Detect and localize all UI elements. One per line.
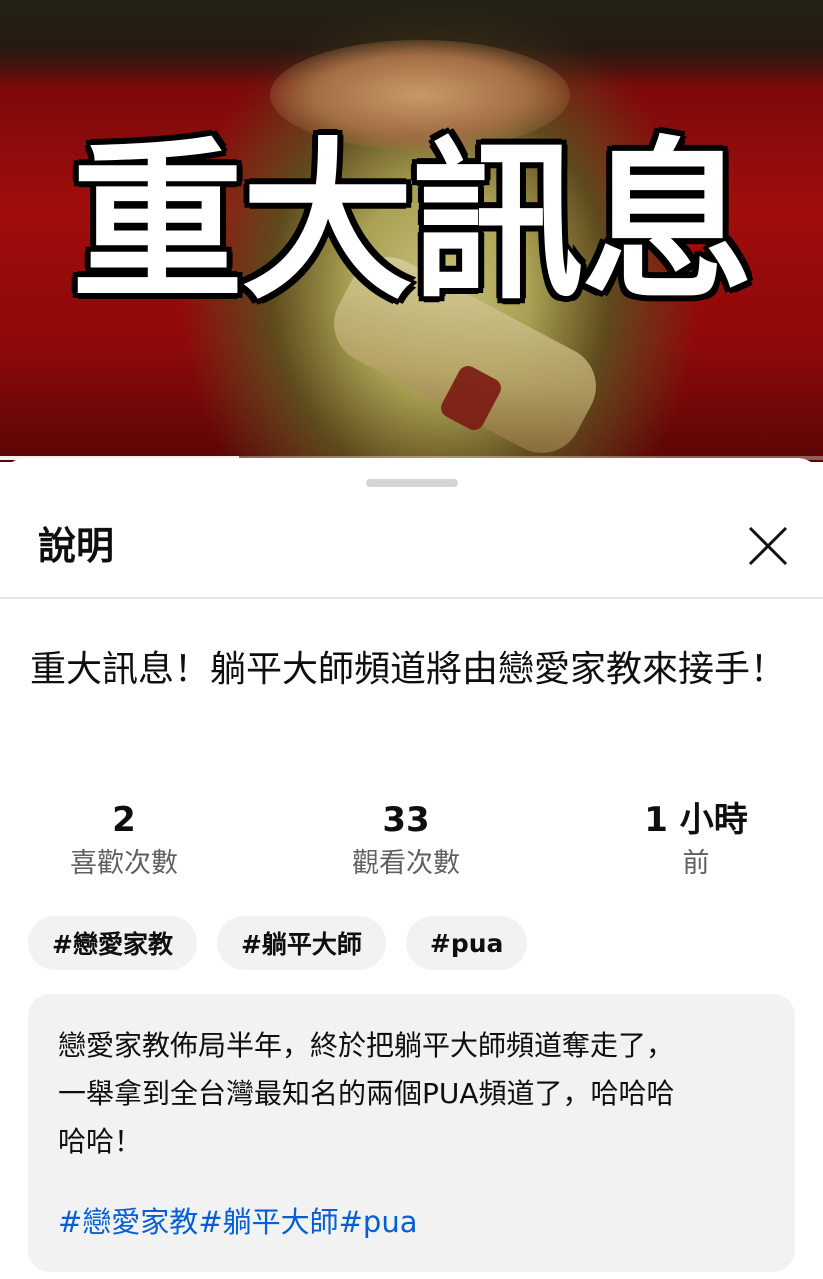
- drag-handle[interactable]: [366, 479, 458, 487]
- description-text: 戀愛家教佈局半年，終於把躺平大師頻道奪走了， 一舉拿到全台灣最知名的兩個PUA頻…: [58, 1029, 675, 1158]
- hashtag-chip[interactable]: #躺平大師: [216, 916, 386, 970]
- hashtag-chips: #戀愛家教 #躺平大師 #pua: [28, 916, 528, 970]
- hashtag-chip[interactable]: #pua: [405, 916, 528, 970]
- close-icon: [748, 526, 788, 566]
- likes-label: 喜歡次數: [70, 848, 178, 879]
- video-overlay-text: 重大訊息: [69, 122, 757, 323]
- description-sheet: 說明 重大訊息！躺平大師頻道將由戀愛家教來接手！ 2 喜歡次數 33 觀看次數 …: [0, 458, 823, 1279]
- hashtag-link[interactable]: #躺平大師: [198, 1205, 338, 1239]
- description-hashtags: #戀愛家教#躺平大師#pua: [58, 1202, 765, 1242]
- video-title: 重大訊息！躺平大師頻道將由戀愛家教來接手！: [30, 649, 787, 690]
- video-player[interactable]: 重大訊息: [0, 0, 823, 462]
- hashtag-link[interactable]: #戀愛家教: [58, 1205, 198, 1239]
- views-stat: 33 觀看次數: [326, 796, 486, 884]
- views-label: 觀看次數: [352, 848, 460, 879]
- description-box: 戀愛家教佈局半年，終於把躺平大師頻道奪走了， 一舉拿到全台灣最知名的兩個PUA頻…: [28, 994, 795, 1272]
- hashtag-chip[interactable]: #戀愛家教: [28, 916, 197, 970]
- header-divider: [0, 597, 823, 599]
- upload-time-value: 1 小時: [644, 800, 748, 840]
- upload-time-label: 前: [682, 848, 710, 879]
- close-button[interactable]: [738, 518, 798, 574]
- likes-stat: 2 喜歡次數: [44, 796, 204, 884]
- hashtag-link[interactable]: #pua: [339, 1205, 418, 1239]
- views-count: 33: [382, 800, 430, 840]
- likes-count: 2: [112, 800, 136, 840]
- sheet-title: 說明: [38, 524, 115, 568]
- upload-time-stat: 1 小時 前: [614, 796, 778, 884]
